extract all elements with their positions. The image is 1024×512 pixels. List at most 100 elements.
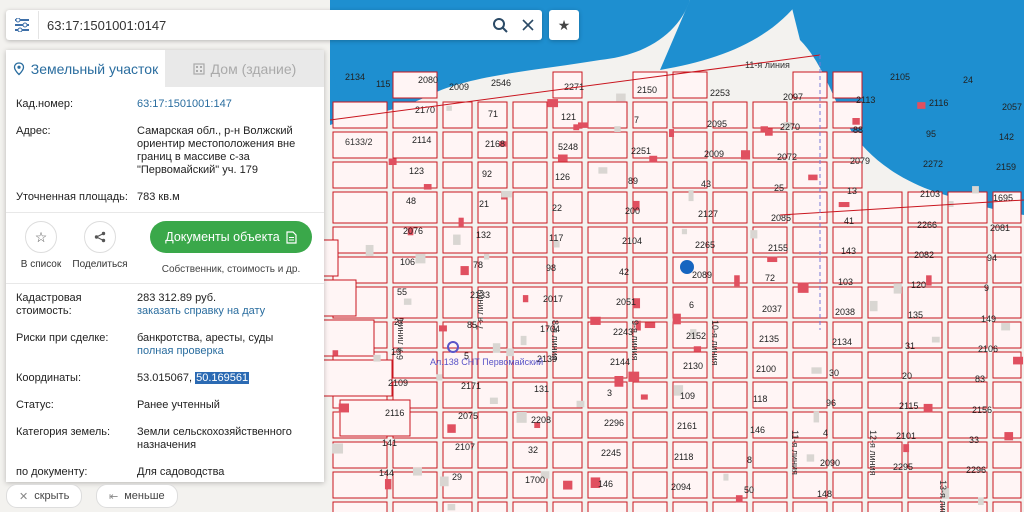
land-parcel[interactable] xyxy=(792,351,828,379)
land-parcel[interactable] xyxy=(442,191,473,224)
land-parcel[interactable] xyxy=(672,501,708,512)
land-parcel[interactable] xyxy=(907,351,943,379)
share-button[interactable]: Поделиться xyxy=(70,221,130,270)
land-parcel[interactable] xyxy=(587,161,628,189)
land-parcel[interactable] xyxy=(992,256,1022,284)
land-parcel[interactable] xyxy=(867,351,903,379)
order-certificate-link[interactable]: заказать справку на дату xyxy=(137,305,314,318)
land-parcel[interactable] xyxy=(332,256,388,284)
land-parcel[interactable] xyxy=(832,501,863,512)
land-parcel[interactable] xyxy=(632,411,668,439)
land-parcel[interactable] xyxy=(712,286,748,319)
land-parcel[interactable] xyxy=(332,501,388,512)
land-parcel[interactable] xyxy=(672,101,708,129)
land-parcel[interactable] xyxy=(672,131,708,159)
land-parcel[interactable] xyxy=(512,501,548,512)
land-parcel[interactable] xyxy=(339,399,411,437)
land-parcel[interactable] xyxy=(587,501,628,512)
land-parcel[interactable] xyxy=(907,471,943,499)
land-parcel[interactable] xyxy=(552,441,583,469)
land-parcel[interactable] xyxy=(442,161,473,189)
land-parcel[interactable] xyxy=(712,161,748,189)
tab-house[interactable]: Дом (здание) xyxy=(165,50,324,87)
land-parcel[interactable] xyxy=(867,226,903,254)
collapse-panel-button[interactable]: ⇤ меньше xyxy=(96,484,178,508)
land-parcel[interactable] xyxy=(992,501,1022,512)
land-parcel[interactable] xyxy=(792,256,828,284)
land-parcel[interactable] xyxy=(442,501,473,512)
land-parcel[interactable] xyxy=(552,256,583,284)
tab-land-plot[interactable]: Земельный участок xyxy=(6,50,165,87)
land-parcel[interactable] xyxy=(907,501,943,512)
land-parcel[interactable] xyxy=(632,256,668,284)
land-parcel[interactable] xyxy=(752,501,788,512)
land-parcel[interactable] xyxy=(792,321,828,349)
land-parcel[interactable] xyxy=(392,501,438,512)
clear-button[interactable] xyxy=(514,10,542,40)
land-parcel[interactable] xyxy=(477,471,508,499)
land-parcel[interactable] xyxy=(792,226,828,254)
land-parcel[interactable] xyxy=(867,321,903,349)
land-parcel[interactable] xyxy=(392,471,438,499)
land-parcel[interactable] xyxy=(712,441,748,469)
land-parcel[interactable] xyxy=(867,471,903,499)
land-parcel[interactable] xyxy=(632,471,668,499)
search-input[interactable] xyxy=(38,11,486,39)
land-parcel[interactable] xyxy=(992,441,1022,469)
land-parcel[interactable] xyxy=(792,131,828,159)
land-parcel[interactable] xyxy=(752,471,788,499)
land-parcel[interactable] xyxy=(477,441,508,469)
land-parcel[interactable] xyxy=(832,411,863,439)
land-parcel[interactable] xyxy=(867,381,903,409)
land-parcel[interactable] xyxy=(477,411,508,439)
favorites-button[interactable]: ★ xyxy=(549,10,579,40)
land-parcel[interactable] xyxy=(712,256,748,284)
land-parcel[interactable] xyxy=(477,381,508,409)
land-parcel[interactable] xyxy=(587,131,628,159)
land-parcel[interactable] xyxy=(672,71,708,99)
land-parcel[interactable] xyxy=(512,286,548,319)
land-parcel[interactable] xyxy=(832,131,863,159)
land-parcel[interactable] xyxy=(477,501,508,512)
land-parcel[interactable] xyxy=(587,191,628,224)
land-parcel[interactable] xyxy=(332,226,388,254)
land-parcel[interactable] xyxy=(792,191,828,224)
land-parcel[interactable] xyxy=(712,381,748,409)
land-parcel[interactable] xyxy=(552,501,583,512)
land-parcel[interactable] xyxy=(332,101,388,129)
land-parcel[interactable] xyxy=(832,381,863,409)
land-parcel[interactable] xyxy=(792,501,828,512)
land-parcel[interactable] xyxy=(792,381,828,409)
add-to-list-button[interactable]: ☆ В список xyxy=(11,221,71,270)
hide-panel-button[interactable]: ✕ скрыть xyxy=(6,484,83,508)
coordinates-value[interactable]: 53.015067, 50.169561 xyxy=(137,372,314,385)
land-parcel[interactable] xyxy=(752,441,788,469)
land-parcel[interactable] xyxy=(512,161,548,189)
land-parcel[interactable] xyxy=(512,191,548,224)
layers-menu-button[interactable] xyxy=(6,10,38,40)
land-parcel[interactable] xyxy=(632,161,668,189)
land-parcel[interactable] xyxy=(321,359,393,397)
land-parcel[interactable] xyxy=(442,131,473,159)
land-parcel[interactable] xyxy=(632,441,668,469)
land-parcel[interactable] xyxy=(992,381,1022,409)
land-parcel[interactable] xyxy=(907,441,943,469)
land-parcel[interactable] xyxy=(992,471,1022,499)
land-parcel[interactable] xyxy=(712,471,748,499)
land-parcel[interactable] xyxy=(632,381,668,409)
land-parcel[interactable] xyxy=(632,501,668,512)
land-parcel[interactable] xyxy=(512,131,548,159)
land-parcel[interactable] xyxy=(512,101,548,129)
land-parcel[interactable] xyxy=(947,411,988,439)
land-parcel[interactable] xyxy=(442,286,473,319)
land-parcel[interactable] xyxy=(512,256,548,284)
land-parcel[interactable] xyxy=(992,351,1022,379)
land-parcel[interactable] xyxy=(712,226,748,254)
object-documents-button[interactable]: Документы объекта xyxy=(150,221,312,253)
land-parcel[interactable] xyxy=(947,256,988,284)
land-parcel[interactable] xyxy=(947,471,988,499)
land-parcel[interactable] xyxy=(332,191,388,224)
land-parcel[interactable] xyxy=(867,256,903,284)
land-parcel[interactable] xyxy=(712,411,748,439)
kad-number-link[interactable]: 63:17:1501001:147 xyxy=(137,98,314,111)
